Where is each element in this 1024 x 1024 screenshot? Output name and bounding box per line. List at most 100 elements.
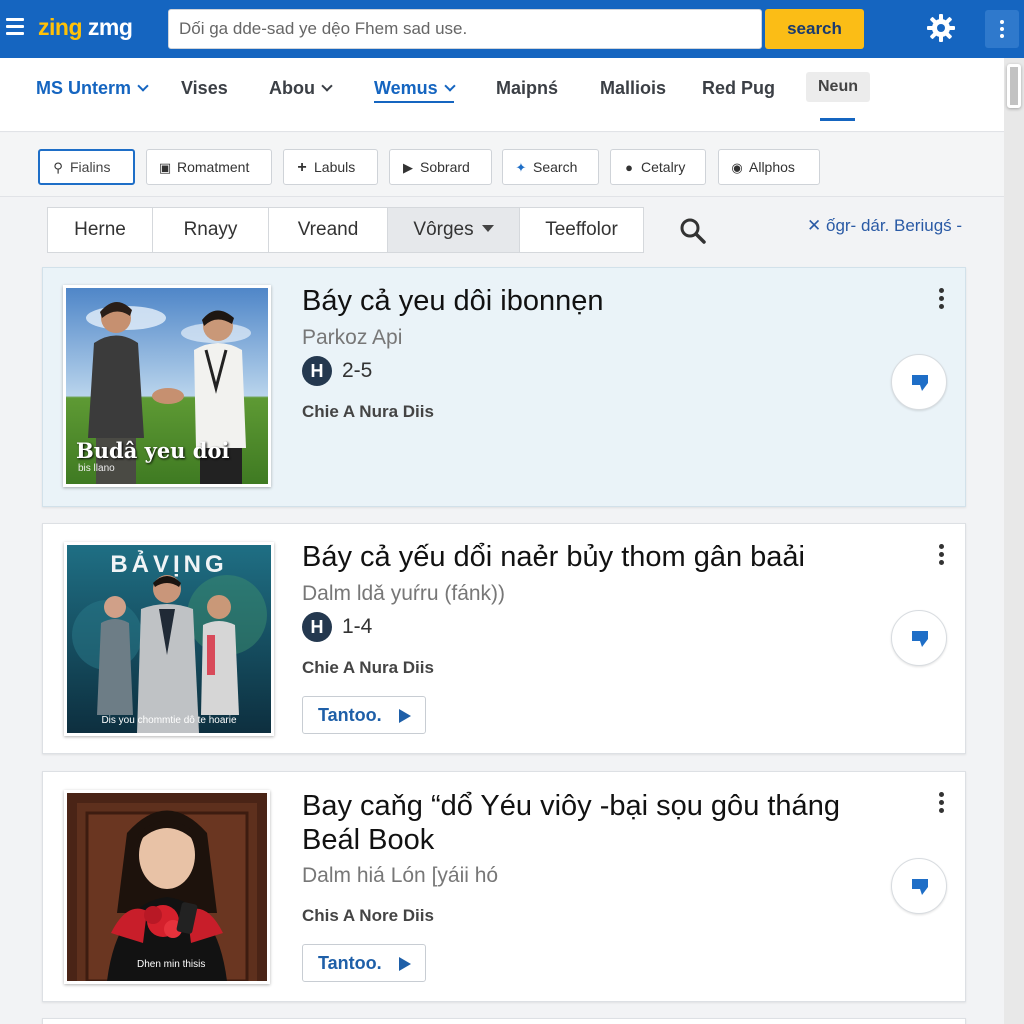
site-logo[interactable]: zing zmg	[38, 14, 133, 41]
rating: H 2-5	[302, 356, 372, 386]
nav-item-wemus[interactable]: Wemus	[374, 78, 456, 103]
nav-label: MS Unterm	[36, 78, 132, 98]
filter-label: Labuls	[314, 159, 356, 175]
result-card[interactable]	[42, 1018, 966, 1024]
nav-label: Maipnś	[496, 78, 559, 98]
result-title[interactable]: Bay caňg “dổ Yéu viôy -bại sọu gôu tháng	[302, 789, 840, 823]
rating: H 1-4	[302, 612, 372, 642]
filter-cetalry-button[interactable]: ● Cetalry	[610, 149, 706, 185]
filter-bar: ⚲ Fialins ▣ Romatment + Labuls ▶ Sobrard ✦ Se…	[0, 133, 1004, 197]
top-bar: zing zmg Dối ga dde-sad ye dệo Fhem sad …	[0, 0, 1024, 58]
nav-item-red-pug[interactable]: Red Pug	[702, 78, 775, 99]
result-subtitle: Dalm hiá Lón [yáii hó	[302, 864, 499, 887]
rating-value: 1-4	[342, 615, 373, 638]
tab-rnayy[interactable]: Rnayy	[152, 207, 269, 253]
lock-icon: ◉	[731, 160, 743, 175]
play-button[interactable]: Tantoo.	[302, 944, 426, 982]
nav-active-indicator	[820, 118, 855, 121]
result-thumbnail[interactable]: Budâ yeu doi bis llano	[63, 285, 271, 487]
nav-label: Neun	[818, 78, 858, 95]
more-options-icon[interactable]	[937, 288, 945, 312]
search-icon[interactable]	[678, 216, 708, 246]
flag-icon	[912, 375, 928, 391]
tab-herne[interactable]: Herne	[47, 207, 153, 253]
poster-subcaption: Dis you chommtie dô te hoarie	[101, 715, 237, 726]
play-skip-icon: ▶	[403, 160, 413, 175]
filter-label: Sobrard	[420, 159, 470, 175]
result-thumbnail[interactable]: BẢVỊNG Dis you chommtie dô te hoarie	[64, 542, 274, 736]
filter-fialins-button[interactable]: ⚲ Fialins	[38, 149, 135, 185]
scrollbar-thumb[interactable]	[1007, 64, 1021, 108]
result-card[interactable]: Budâ yeu doi bis llano Báy cả yeu dôi ib…	[42, 267, 966, 507]
tab-label: Rnayy	[183, 219, 238, 240]
poster-title: BẢVỊNG	[110, 551, 228, 578]
result-subtitle: Parkoz Api	[302, 326, 403, 349]
filter-allphos-button[interactable]: ◉ Allphos	[718, 149, 820, 185]
bookmark-button[interactable]	[891, 610, 947, 666]
poster-caption: Dhen min thisis	[137, 959, 206, 970]
search-input[interactable]: Dối ga dde-sad ye dệo Fhem sad use.	[168, 9, 762, 49]
bookmark-button[interactable]	[891, 858, 947, 914]
poster-caption: Budâ yeu doi	[76, 438, 230, 463]
page-scrollbar[interactable]	[1004, 58, 1024, 1024]
tab-label: Teeffolor	[545, 219, 618, 240]
nav-item-vises[interactable]: Vises	[181, 78, 228, 99]
chevron-down-icon	[321, 80, 333, 92]
settings-gear-icon[interactable]	[925, 12, 957, 44]
clear-filter-label: ốgr- dár. Beriugś -	[825, 216, 963, 235]
flag-icon	[912, 879, 928, 895]
more-options-icon[interactable]	[937, 792, 945, 816]
chevron-down-icon	[444, 80, 456, 92]
play-button[interactable]: Tantoo.	[302, 696, 426, 734]
nav-item-abou[interactable]: Abou	[269, 78, 333, 99]
hamburger-menu-icon[interactable]	[6, 18, 24, 35]
tab-vorges[interactable]: Vôrges	[387, 207, 520, 253]
result-title[interactable]: Báy cả yeu dôi ibonnẹn	[302, 284, 604, 318]
tab-teeffolor[interactable]: Teeffolor	[519, 207, 644, 253]
filter-romatment-button[interactable]: ▣ Romatment	[146, 149, 272, 185]
logo-part-2: zmg	[87, 14, 133, 40]
nav-label: Abou	[269, 78, 315, 98]
poster-image	[67, 793, 267, 981]
result-author: Chis A Nore Diis	[302, 906, 434, 925]
play-label: Tantoo.	[318, 705, 382, 725]
result-card[interactable]: BẢVỊNG Dis you chommtie dô te hoarie Báy…	[42, 523, 966, 754]
nav-item-malliois[interactable]: Malliois	[600, 78, 666, 99]
bird-icon: ✦	[515, 160, 527, 175]
result-card[interactable]: Dhen min thisis Bay caňg “dổ Yéu viôy -b…	[42, 771, 966, 1002]
more-options-icon[interactable]	[985, 10, 1019, 48]
result-title[interactable]: Báy cả yếu dổi naẻr bủy thom gân baải	[302, 540, 805, 574]
more-options-icon[interactable]	[937, 544, 945, 568]
flag-icon	[912, 631, 928, 647]
tab-label: Vreand	[297, 219, 359, 240]
main-nav: MS Unterm Vises Abou Wemus Maipnś Mallio…	[0, 58, 1004, 132]
chevron-down-icon	[137, 80, 149, 92]
nav-item-neun[interactable]: Neun	[806, 72, 870, 102]
bookmark-button[interactable]	[891, 354, 947, 410]
filter-labuls-button[interactable]: + Labuls	[283, 149, 378, 185]
result-subtitle: Dalm ldǎ yuŕru (fánk))	[302, 582, 506, 605]
result-thumbnail[interactable]: Dhen min thisis	[64, 790, 270, 984]
result-author: Chie A Nura Diis	[302, 658, 434, 677]
nav-label: Wemus	[374, 78, 438, 98]
filter-sobrard-button[interactable]: ▶ Sobrard	[389, 149, 492, 185]
filter-label: Search	[533, 159, 578, 175]
nav-item-maipns[interactable]: Maipnś	[496, 78, 558, 99]
rating-badge: H	[302, 356, 332, 386]
tab-vreand[interactable]: Vreand	[268, 207, 388, 253]
tab-label: Vôrges	[413, 219, 474, 240]
clear-filter-link[interactable]: ✕ ốgr- dár. Beriugś -	[807, 216, 962, 236]
filter-search-button[interactable]: ✦ Search	[502, 149, 599, 185]
filter-label: Cetalry	[641, 159, 686, 175]
rating-badge: H	[302, 612, 332, 642]
nav-item-ms-unterm[interactable]: MS Unterm	[36, 78, 149, 99]
record-icon: ▣	[158, 160, 172, 175]
info-icon: ●	[625, 160, 633, 175]
rating-value: 2-5	[342, 359, 373, 382]
search-button[interactable]: search	[765, 9, 864, 49]
tab-label: Herne	[74, 219, 126, 240]
poster-subcaption: bis llano	[78, 463, 115, 474]
result-title-line-2[interactable]: Beál Book	[302, 823, 434, 857]
plus-icon: +	[297, 159, 307, 176]
filter-label: Allphos	[749, 159, 795, 175]
